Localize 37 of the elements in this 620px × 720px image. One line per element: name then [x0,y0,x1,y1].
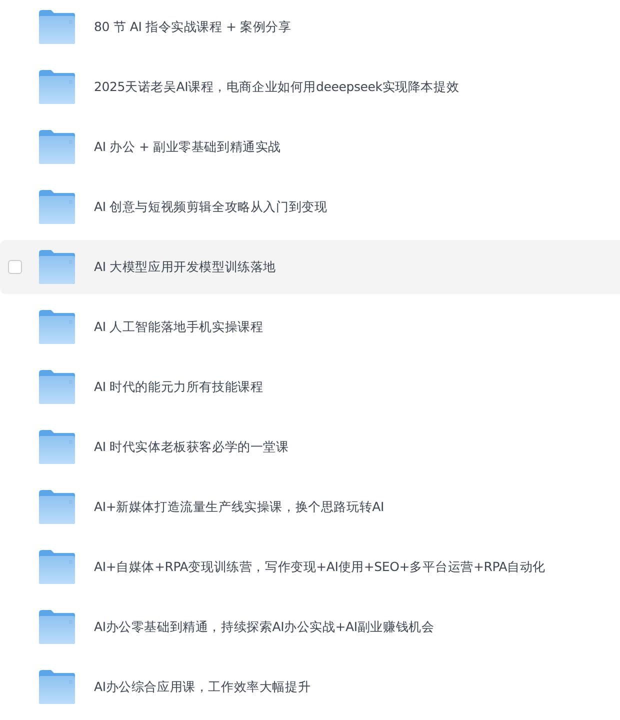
list-row[interactable]: AI 大模型应用开发模型训练落地 [0,240,620,294]
folder-name[interactable]: AI办公综合应用课，工作效率大幅提升 [94,678,311,696]
folder-name[interactable]: AI 人工智能落地手机实操课程 [94,318,264,336]
list-row[interactable]: AI办公零基础到精通，持续探索AI办公实战+AI副业赚钱机会 [0,600,620,654]
list-row[interactable]: 80 节 AI 指令实战课程 + 案例分享 [0,0,620,54]
checkbox[interactable] [8,260,22,274]
folder-icon [39,250,75,284]
folder-name[interactable]: AI 时代实体老板获客必学的一堂课 [94,438,289,456]
list-row[interactable]: AI+自媒体+RPA变现训练营，写作变现+AI使用+SEO+多平台运营+RPA自动化 [0,540,620,594]
folder-icon [39,10,75,44]
folder-name[interactable]: AI+自媒体+RPA变现训练营，写作变现+AI使用+SEO+多平台运营+RPA自动化 [94,558,546,576]
folder-icon [39,130,75,164]
folder-icon [39,370,75,404]
folder-name[interactable]: AI办公零基础到精通，持续探索AI办公实战+AI副业赚钱机会 [94,618,434,636]
list-row[interactable]: AI办公综合应用课，工作效率大幅提升 [0,660,620,714]
folder-name[interactable]: 2025天诺老吴AI课程，电商企业如何用deeepseek实现降本提效 [94,78,460,96]
list-row[interactable]: 2025天诺老吴AI课程，电商企业如何用deeepseek实现降本提效 [0,60,620,114]
folder-icon [39,310,75,344]
folder-icon [39,430,75,464]
folder-name[interactable]: AI 创意与短视频剪辑全攻略从入门到变现 [94,198,328,216]
folder-icon [39,190,75,224]
list-row[interactable]: AI 人工智能落地手机实操课程 [0,300,620,354]
folder-icon [39,550,75,584]
folder-icon [39,610,75,644]
folder-icon [39,70,75,104]
folder-name[interactable]: AI 大模型应用开发模型训练落地 [94,258,276,276]
list-row[interactable]: AI 时代的能元力所有技能课程 [0,360,620,414]
list-row[interactable]: AI 时代实体老板获客必学的一堂课 [0,420,620,474]
folder-name[interactable]: AI 办公 + 副业零基础到精通实战 [94,138,282,156]
folder-name[interactable]: 80 节 AI 指令实战课程 + 案例分享 [94,18,292,36]
folder-icon [39,490,75,524]
folder-name[interactable]: AI+新媒体打造流量生产线实操课，换个思路玩转AI [94,498,384,516]
folder-name[interactable]: AI 时代的能元力所有技能课程 [94,378,264,396]
list-row[interactable]: AI 办公 + 副业零基础到精通实战 [0,120,620,174]
list-row[interactable]: AI+新媒体打造流量生产线实操课，换个思路玩转AI [0,480,620,534]
list-row[interactable]: AI 创意与短视频剪辑全攻略从入门到变现 [0,180,620,234]
folder-icon [39,670,75,704]
